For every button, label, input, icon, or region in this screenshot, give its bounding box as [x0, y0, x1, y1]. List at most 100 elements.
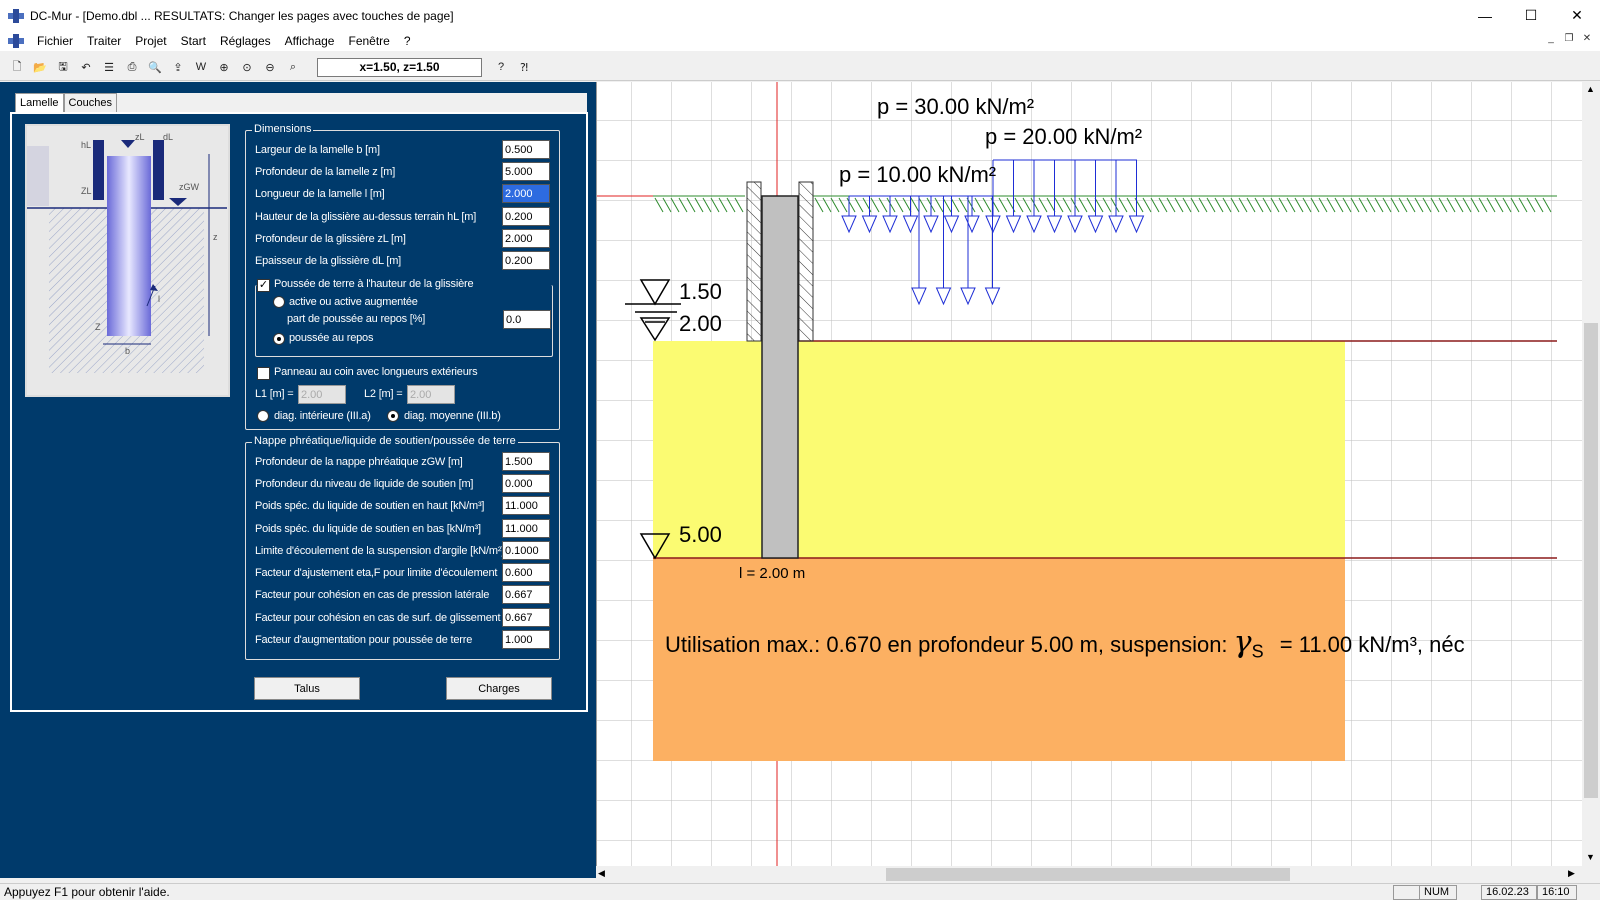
l2-input[interactable]	[407, 385, 455, 404]
menu-fichier[interactable]: Fichier	[30, 34, 80, 48]
drawing-canvas[interactable]: p = 30.00 kN/m² p = 20.00 kN/m² p = 10.0…	[596, 82, 1582, 866]
gw-label-0: Profondeur de la nappe phréatique zGW [m…	[255, 456, 463, 468]
document-icon[interactable]	[8, 34, 24, 48]
dim-label-b: Largeur de la lamelle b [m]	[255, 144, 380, 156]
menu-fenetre[interactable]: Fenêtre	[341, 34, 396, 48]
corner-panel-label: Panneau au coin avec longueurs extérieur…	[274, 366, 478, 378]
zoom-window-icon[interactable]: ⌕	[284, 58, 302, 76]
eta-f-input[interactable]	[502, 563, 550, 582]
radio-diag-inner[interactable]	[257, 410, 269, 422]
word-icon[interactable]: W	[192, 58, 210, 76]
menu-help[interactable]: ?	[397, 34, 418, 48]
menu-traiter[interactable]: Traiter	[80, 34, 128, 48]
width-b-input[interactable]	[502, 140, 550, 159]
groundwater-group: Nappe phréatique/liquide de soutien/pous…	[245, 435, 560, 660]
vertical-scroll-thumb[interactable]	[1584, 323, 1598, 798]
earth-pressure-factor-input[interactable]	[502, 630, 550, 649]
horizontal-scrollbar[interactable]: ◀ ▶	[596, 866, 1582, 883]
radio-diag-mid[interactable]	[387, 410, 399, 422]
list-icon[interactable]: ☰	[100, 58, 118, 76]
charges-button[interactable]: Charges	[446, 677, 552, 700]
sketch-label-z-bottom: Z	[95, 322, 101, 332]
coordinate-display: x=1.50, z=1.50	[317, 57, 482, 77]
gw-label-4: Limite d'écoulement de la suspension d'a…	[255, 545, 505, 557]
scroll-right-icon[interactable]: ▶	[1568, 868, 1575, 879]
load-label-10: p = 10.00 kN/m²	[839, 162, 997, 187]
radio-rest[interactable]	[273, 333, 285, 345]
gw-label-2: Poids spéc. du liquide de soutien en hau…	[255, 500, 485, 512]
context-help-icon[interactable]: ⁈	[515, 58, 533, 76]
horizontal-scroll-thumb[interactable]	[886, 868, 1290, 881]
depth-zl-input[interactable]	[502, 229, 550, 248]
load-label-30: p = 30.00 kN/m²	[877, 94, 1035, 119]
zgw-input[interactable]	[502, 452, 550, 471]
gw-label-5: Facteur d'ajustement eta,F pour limite d…	[255, 567, 498, 579]
dim-label-l: Longueur de la lamelle l [m]	[255, 188, 385, 200]
weight-top-input[interactable]	[502, 496, 550, 515]
liquid-level-input[interactable]	[502, 474, 550, 493]
gamma-subscript: S	[1251, 641, 1264, 662]
load-label-20: p = 20.00 kN/m²	[985, 124, 1143, 149]
lamelle-panel: hL zL dL ZL zGW z l Z b Dimensions Large…	[10, 112, 588, 712]
height-hl-input[interactable]	[502, 207, 550, 226]
export-icon[interactable]: ⇪	[169, 58, 187, 76]
length-label: l = 2.00 m	[739, 565, 806, 582]
maximize-button[interactable]: ☐	[1508, 0, 1554, 31]
corner-panel-checkbox[interactable]	[257, 367, 270, 380]
close-button[interactable]: ✕	[1554, 0, 1600, 31]
zoom-in-icon[interactable]: ⊕	[215, 58, 233, 76]
zoom-fit-icon[interactable]: ⊙	[238, 58, 256, 76]
depth-z-input[interactable]	[502, 162, 550, 181]
radio-active[interactable]	[273, 296, 285, 308]
mdi-close-button[interactable]: ✕	[1580, 33, 1594, 44]
mdi-minimize-button[interactable]: _	[1544, 33, 1558, 44]
dimensions-group: Dimensions Largeur de la lamelle b [m] P…	[245, 123, 560, 430]
part-rest-input[interactable]	[503, 310, 551, 329]
scroll-up-icon[interactable]: ▲	[1586, 84, 1595, 94]
flow-limit-input[interactable]	[502, 541, 550, 560]
open-file-icon[interactable]: 📂	[31, 58, 49, 76]
minimize-button[interactable]: —	[1462, 0, 1508, 31]
tab-couches[interactable]: Couches	[63, 93, 117, 113]
groundwater-title: Nappe phréatique/liquide de soutien/pous…	[252, 435, 518, 447]
level-label-2-00: 2.00	[679, 311, 722, 336]
sketch-label-hl: hL	[81, 140, 92, 150]
l1-label: L1 [m] =	[255, 388, 294, 400]
result-text: Utilisation max.: 0.670 en profondeur 5.…	[665, 625, 1465, 662]
menu-affichage[interactable]: Affichage	[278, 34, 342, 48]
status-bar: Appuyez F1 pour obtenir l'aide. NUM 16.0…	[0, 883, 1600, 900]
talus-button[interactable]: Talus	[254, 677, 360, 700]
pressure-subgroup: active ou active augmentée part de pouss…	[255, 285, 553, 357]
dim-label-zl: Profondeur de la glissière zL [m]	[255, 233, 406, 245]
input-pane: Lamelle Couches hL zL dL ZL zGW z l Z b …	[0, 82, 596, 878]
new-file-icon[interactable]: 🗋	[8, 58, 26, 76]
part-label: part de poussée au repos [%]	[287, 313, 426, 325]
dim-label-z: Profondeur de la lamelle z [m]	[255, 166, 396, 178]
thickness-dl-input[interactable]	[502, 251, 550, 270]
length-l-input[interactable]	[502, 184, 550, 203]
save-icon[interactable]: 🖫	[54, 58, 72, 76]
menu-projet[interactable]: Projet	[128, 34, 173, 48]
cohesion-lateral-input[interactable]	[502, 585, 550, 604]
vertical-scrollbar[interactable]: ▲ ▼	[1582, 82, 1600, 866]
status-num: NUM	[1419, 885, 1457, 900]
sketch-label-b: b	[125, 346, 131, 356]
toolbar: 🗋 📂 🖫 ↶ ☰ ⎙ 🔍 ⇪ W ⊕ ⊙ ⊖ ⌕ x=1.50, z=1.50…	[0, 54, 1600, 81]
print-preview-icon[interactable]: 🔍	[146, 58, 164, 76]
print-icon[interactable]: ⎙	[123, 58, 141, 76]
cohesion-sliding-input[interactable]	[502, 608, 550, 627]
menu-start[interactable]: Start	[174, 34, 213, 48]
scroll-down-icon[interactable]: ▼	[1586, 852, 1595, 862]
mdi-restore-button[interactable]: ❐	[1562, 33, 1576, 44]
window-title: DC-Mur - [Demo.dbl ... RESULTATS: Change…	[30, 8, 454, 23]
help-icon[interactable]: ?	[492, 58, 510, 76]
undo-icon[interactable]: ↶	[77, 58, 95, 76]
scroll-left-icon[interactable]: ◀	[598, 868, 605, 879]
weight-bottom-input[interactable]	[502, 519, 550, 538]
l1-input[interactable]	[298, 385, 346, 404]
menu-reglages[interactable]: Réglages	[213, 34, 278, 48]
tab-lamelle[interactable]: Lamelle	[15, 93, 64, 113]
zoom-out-icon[interactable]: ⊖	[261, 58, 279, 76]
guide-wall-left	[746, 181, 762, 342]
result-prefix: Utilisation max.: 0.670 en profondeur 5.…	[665, 632, 1228, 657]
